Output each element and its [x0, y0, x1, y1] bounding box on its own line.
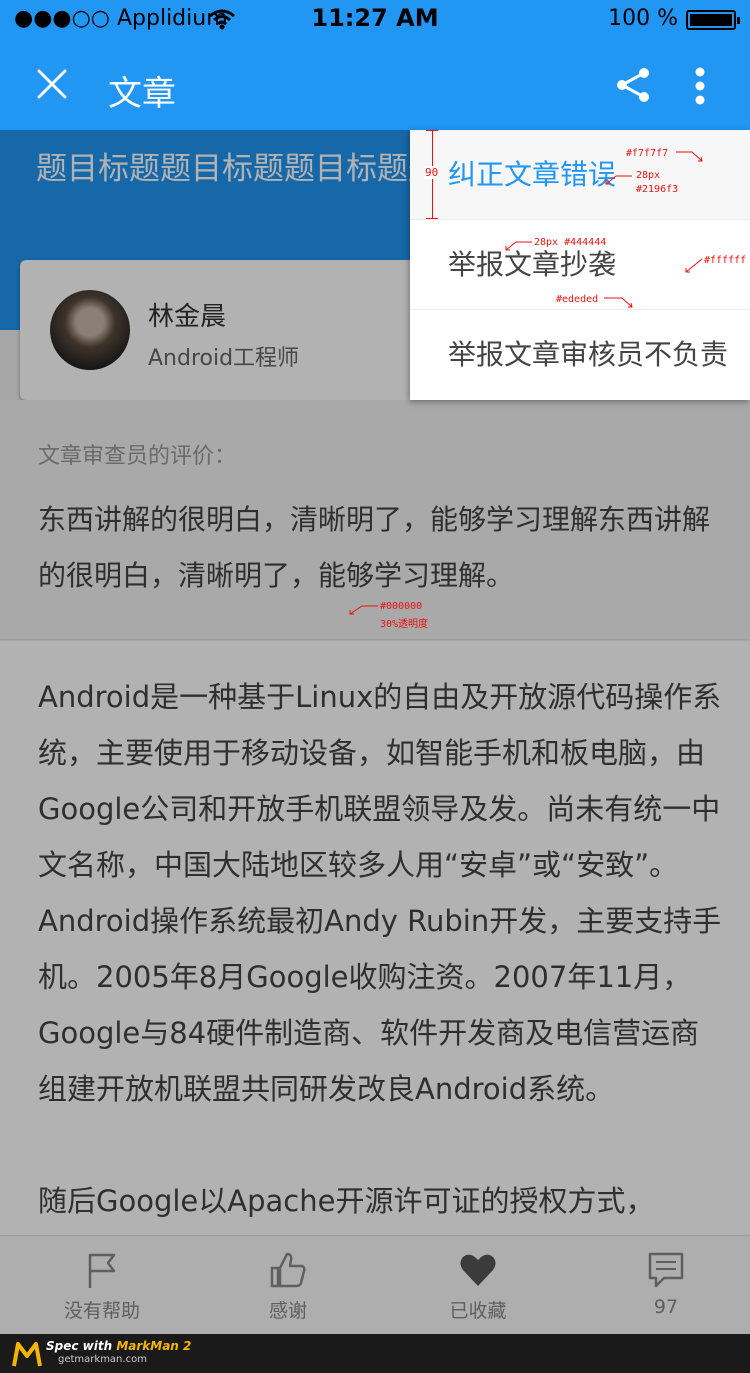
spec-overlay-alpha: 30%透明度	[380, 619, 429, 630]
markman-watermark: Spec with MarkMan 2 getmarkman.com	[0, 1334, 750, 1373]
app-toolbar: 文章	[0, 40, 750, 130]
markman-title: Spec with MarkMan 2	[46, 1339, 192, 1353]
spec-arrow-icon	[605, 175, 632, 185]
spec-arrow-icon	[604, 297, 633, 308]
markman-url: getmarkman.com	[58, 1354, 147, 1365]
more-vert-icon[interactable]	[688, 66, 712, 106]
close-icon[interactable]	[36, 68, 68, 100]
spec-arrow-icon	[349, 605, 378, 615]
status-bar: ●●●○○ Applidium 11:27 AM 100 %	[0, 0, 750, 40]
spec-height-label: 90	[424, 166, 440, 179]
spec-font-item: 28px #444444	[534, 237, 607, 248]
spec-divider: #ededed	[556, 294, 599, 305]
spec-color-active: #2196f3	[636, 184, 679, 195]
battery-icon	[686, 10, 740, 30]
spec-arrow-icon	[676, 151, 703, 162]
markman-logo-icon	[12, 1342, 42, 1367]
share-icon[interactable]	[614, 65, 654, 105]
spec-arrow-icon	[685, 258, 703, 273]
spec-font-active: 28px	[636, 170, 661, 181]
menu-item-correct-error[interactable]: 纠正文章错误	[410, 130, 750, 220]
battery-percent: 100 %	[608, 6, 678, 31]
spec-height-cap	[426, 130, 438, 131]
spec-bg-active: #f7f7f7	[626, 148, 669, 159]
spec-height-cap	[426, 218, 438, 219]
spec-bg-menu: #ffffff	[704, 255, 747, 266]
toolbar-title: 文章	[108, 74, 176, 114]
spec-overlay-color: #000000	[380, 601, 423, 612]
menu-item-report-reviewer[interactable]: 举报文章审核员不负责	[410, 310, 750, 400]
spec-arrow-icon	[505, 241, 532, 251]
